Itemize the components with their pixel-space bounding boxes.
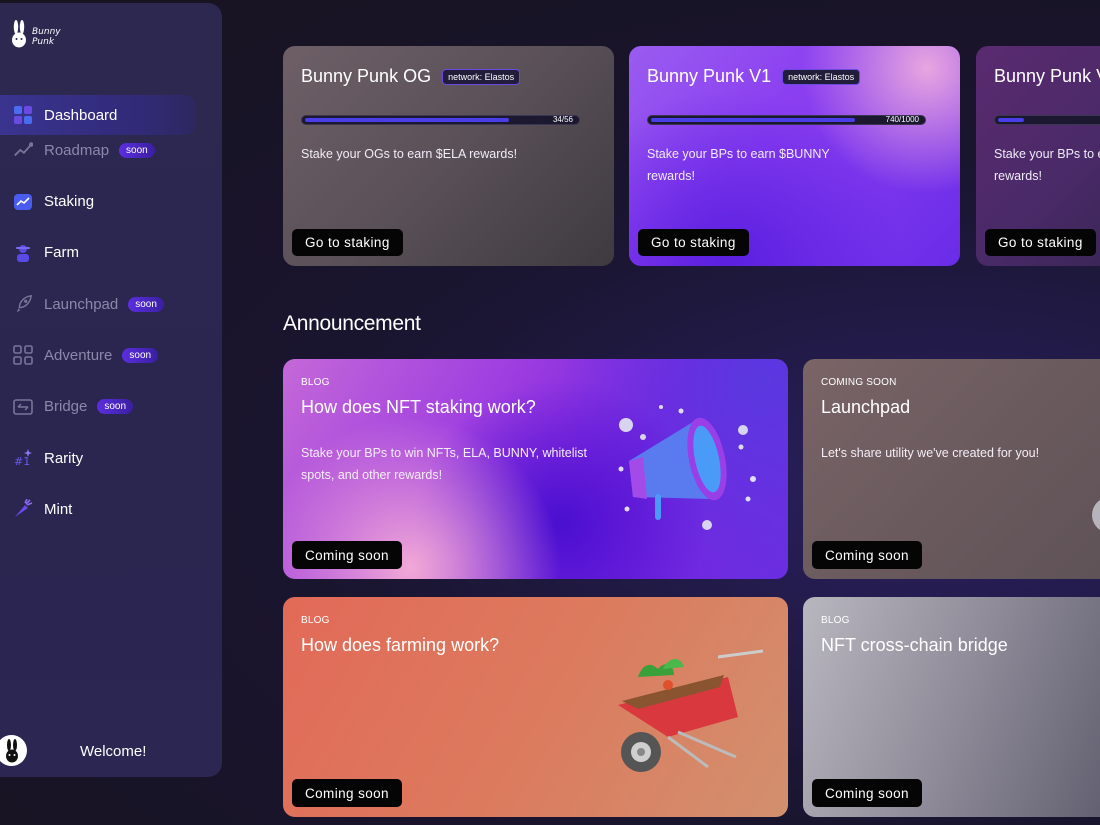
sidebar-item-farm[interactable]: Farm	[0, 233, 222, 273]
sidebar-item-label: Launchpad	[44, 295, 119, 313]
staking-card-title: Bunny Punk OG	[301, 66, 432, 86]
announcement-title: Launchpad	[821, 397, 911, 417]
bunny-avatar-icon	[5, 738, 18, 762]
staking-icon	[13, 192, 33, 212]
coming-soon-button[interactable]: Coming soon	[812, 541, 922, 569]
progress-bar: 34/56	[301, 115, 580, 125]
staking-card-og: Bunny Punk OG network: Elastos 34/56 Sta…	[283, 46, 614, 266]
sidebar: Bunny Punk Dashboard Roadmap soon Stakin…	[0, 3, 222, 777]
coming-soon-button[interactable]: Coming soon	[292, 779, 402, 807]
progress-fill	[305, 118, 509, 122]
sidebar-item-staking[interactable]: Staking	[0, 182, 222, 222]
staking-card-description: Stake your BPs to earn $BUNNY rewards!	[647, 147, 830, 183]
announcement-category: BLOG	[301, 377, 330, 388]
carrot-icon	[13, 499, 33, 519]
avatar[interactable]	[0, 735, 27, 766]
logo-text-line1: Bunny	[32, 26, 61, 37]
announcement-category: COMING SOON	[821, 377, 897, 388]
sidebar-item-rarity[interactable]: #1 Rarity	[0, 438, 222, 478]
welcome-text: Welcome!	[80, 743, 147, 760]
announcement-description: Let's share utility we've created for yo…	[821, 446, 1040, 460]
wheelbarrow-icon	[618, 649, 764, 772]
soon-badge: soon	[128, 296, 164, 312]
soon-badge: soon	[119, 142, 155, 158]
progress-text: 34/56	[552, 115, 573, 124]
staking-card-description: Stake your OGs to earn $ELA rewards!	[301, 147, 518, 161]
announcement-card-farming[interactable]: BLOG How does farming work? Coming soon	[283, 597, 788, 817]
coming-soon-button[interactable]: Coming soon	[292, 541, 402, 569]
announcement-card-bridge[interactable]: BLOG NFT cross-chain bridge Coming soon	[803, 597, 1100, 817]
sidebar-item-label: Adventure	[44, 346, 113, 364]
sidebar-nav: Dashboard Roadmap soon Staking Farm Laun…	[0, 95, 222, 541]
announcement-title: How does NFT staking work?	[301, 397, 536, 417]
announcement-title: NFT cross-chain bridge	[821, 635, 1008, 655]
sidebar-item-adventure[interactable]: Adventure soon	[0, 335, 222, 375]
logo-text-line2: Punk	[32, 36, 55, 47]
sidebar-item-label: Rarity	[44, 449, 84, 467]
rarity-icon: #1	[13, 448, 33, 468]
logo[interactable]: Bunny Punk	[10, 19, 61, 54]
announcement-card-launchpad[interactable]: COMING SOON Launchpad Let's share utilit…	[803, 359, 1100, 579]
sidebar-item-label: Bridge	[44, 398, 88, 416]
progress-fill	[651, 118, 855, 122]
soon-badge: soon	[97, 399, 134, 415]
staking-card-v2: Bunny Punk V Stake your BPs to e rewards…	[976, 46, 1100, 266]
staking-card-title: Bunny Punk V1	[647, 66, 772, 86]
sidebar-item-label: Roadmap	[44, 141, 110, 159]
announcement-card-nft-staking[interactable]: BLOG How does NFT staking work? Stake yo…	[283, 359, 788, 579]
sidebar-item-roadmap[interactable]: Roadmap soon	[0, 130, 222, 170]
svg-text:#1: #1	[14, 455, 30, 468]
bridge-icon	[13, 397, 33, 417]
staking-card-description: Stake your BPs to e rewards!	[994, 147, 1100, 183]
dashboard-icon	[13, 105, 33, 125]
megaphone-icon	[618, 405, 756, 530]
adventure-icon	[13, 345, 33, 366]
go-to-staking-button[interactable]: Go to staking	[638, 229, 749, 256]
sidebar-item-dashboard[interactable]: Dashboard	[0, 95, 196, 135]
network-badge: network: Elastos	[782, 69, 861, 86]
rocket-icon	[13, 294, 33, 314]
announcement-description: Stake your BPs to win NFTs, ELA, BUNNY, …	[301, 446, 587, 482]
farm-icon	[13, 243, 33, 263]
roadmap-icon	[13, 140, 33, 160]
bunny-logo-icon	[10, 19, 28, 54]
go-to-staking-button[interactable]: Go to staking	[292, 229, 403, 256]
sidebar-footer: Welcome!	[0, 735, 222, 769]
sidebar-item-label: Farm	[44, 244, 79, 262]
staking-card-v1: Bunny Punk V1 network: Elastos 740/1000 …	[629, 46, 960, 266]
announcement-title: How does farming work?	[301, 635, 500, 655]
announcement-category: BLOG	[301, 615, 330, 626]
coming-soon-button[interactable]: Coming soon	[812, 779, 922, 807]
progress-bar: 740/1000	[647, 115, 926, 125]
progress-fill	[998, 118, 1024, 122]
sidebar-item-label: Mint	[44, 500, 73, 518]
announcement-heading: Announcement	[283, 312, 421, 335]
announcement-category: BLOG	[821, 615, 850, 626]
sidebar-item-mint[interactable]: Mint	[0, 489, 222, 529]
sidebar-item-launchpad[interactable]: Launchpad soon	[0, 284, 222, 324]
soon-badge: soon	[122, 347, 159, 363]
sidebar-item-label: Staking	[44, 193, 95, 211]
sidebar-item-label: Dashboard	[44, 106, 118, 124]
progress-bar	[994, 115, 1100, 125]
sidebar-item-bridge[interactable]: Bridge soon	[0, 387, 222, 427]
staking-card-title: Bunny Punk V	[994, 66, 1100, 86]
progress-text: 740/1000	[885, 115, 919, 124]
go-to-staking-button[interactable]: Go to staking	[985, 229, 1096, 256]
network-badge: network: Elastos	[442, 69, 521, 86]
sphere-icon	[1092, 500, 1100, 530]
